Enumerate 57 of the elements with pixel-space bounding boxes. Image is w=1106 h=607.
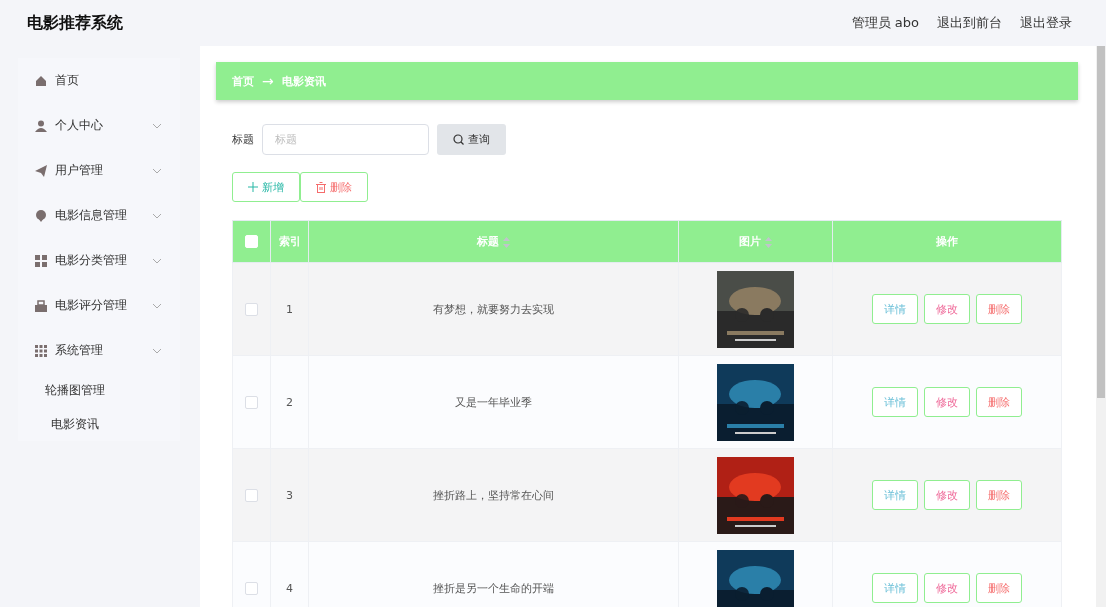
table-cell: 有梦想，就要努力去实现: [433, 302, 554, 316]
sidebar-item[interactable]: 电影评分管理: [18, 283, 180, 328]
table-cell: 3: [286, 488, 293, 502]
edit-button[interactable]: 修改: [924, 387, 970, 417]
row-checkbox[interactable]: [245, 395, 258, 409]
sidebar-item[interactable]: 首页: [18, 58, 180, 103]
delete-button[interactable]: 删除: [976, 573, 1022, 603]
apps-icon: [35, 344, 47, 357]
grid-icon: [35, 254, 47, 267]
scrollbar[interactable]: [1096, 46, 1106, 607]
detail-button[interactable]: 详情: [872, 480, 918, 510]
header-link[interactable]: 管理员 abo: [851, 14, 919, 32]
trash-icon: [316, 181, 326, 193]
sidebar-item[interactable]: 用户管理: [18, 148, 180, 193]
delete-button[interactable]: 删除: [300, 172, 368, 202]
delete-button[interactable]: 删除: [976, 480, 1022, 510]
plus-icon: [248, 182, 258, 192]
breadcrumb-separator: →: [262, 73, 274, 89]
detail-button[interactable]: 详情: [872, 387, 918, 417]
row-checkbox[interactable]: [245, 488, 258, 502]
select-all-checkbox[interactable]: [245, 235, 258, 249]
table-cell: 挫折是另一个生命的开端: [433, 581, 554, 595]
paper-plane-icon: [35, 164, 47, 177]
home-icon: [35, 74, 47, 87]
sidebar-item[interactable]: 电影分类管理: [18, 238, 180, 283]
submenu-item[interactable]: 电影资讯: [18, 407, 180, 441]
briefcase-icon: [35, 299, 47, 312]
app-title: 电影推荐系统: [27, 12, 124, 34]
sidebar-item[interactable]: 系统管理: [18, 328, 180, 373]
user-icon: [35, 119, 47, 132]
table-cell: 挫折路上，坚持常在心间: [433, 488, 554, 502]
column-header: 操作: [936, 235, 958, 248]
table-cell: 1: [286, 302, 293, 316]
sidebar-item[interactable]: 电影信息管理: [18, 193, 180, 238]
detail-button[interactable]: 详情: [872, 294, 918, 324]
edit-button[interactable]: 修改: [924, 573, 970, 603]
table-cell: 4: [286, 581, 293, 595]
table-cell: 又是一年毕业季: [455, 395, 532, 409]
delete-button[interactable]: 删除: [976, 387, 1022, 417]
search-icon: [453, 134, 464, 145]
search-field[interactable]: 标题: [262, 124, 429, 155]
table-cell: 2: [286, 395, 293, 409]
map-pin-icon: [35, 209, 47, 222]
column-header: 索引: [278, 235, 301, 248]
sidebar-item[interactable]: 个人中心: [18, 103, 180, 148]
search-label: 标题: [232, 132, 254, 147]
edit-button[interactable]: 修改: [924, 294, 970, 324]
row-checkbox[interactable]: [245, 302, 258, 316]
submenu-item[interactable]: 轮播图管理: [18, 373, 180, 407]
search-button[interactable]: 查询: [437, 124, 506, 155]
header-link[interactable]: 退出到前台: [937, 14, 1002, 32]
row-checkbox[interactable]: [245, 581, 258, 595]
edit-button[interactable]: 修改: [924, 480, 970, 510]
add-button[interactable]: 新增: [232, 172, 300, 202]
delete-button[interactable]: 删除: [976, 294, 1022, 324]
header-link[interactable]: 退出登录: [1020, 14, 1072, 32]
detail-button[interactable]: 详情: [872, 573, 918, 603]
